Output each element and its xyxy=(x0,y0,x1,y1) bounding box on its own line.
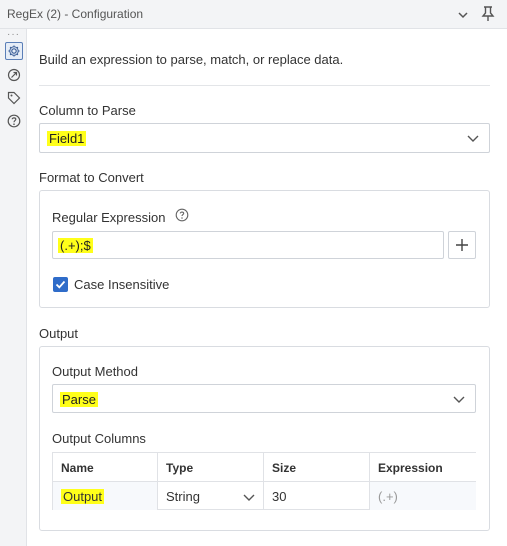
help-icon[interactable] xyxy=(5,112,23,130)
title-bar: RegEx (2) - Configuration xyxy=(0,0,507,29)
table-cell-expression: (.+) xyxy=(370,482,476,510)
output-expression-value: (.+) xyxy=(378,489,398,504)
column-header-name: Name xyxy=(53,453,158,482)
output-method-label: Output Method xyxy=(52,364,138,379)
column-header-size: Size xyxy=(264,453,370,482)
gear-icon[interactable] xyxy=(5,42,23,60)
intro-text: Build an expression to parse, match, or … xyxy=(39,52,344,67)
chevron-down-icon xyxy=(453,396,465,403)
format-to-convert-label: Format to Convert xyxy=(39,170,144,185)
regular-expression-input[interactable]: (.+);$ xyxy=(52,231,444,259)
output-method-select[interactable]: Parse xyxy=(52,384,476,413)
sidebar: ··· xyxy=(0,29,27,546)
chevron-down-icon xyxy=(243,494,255,501)
table-cell-type[interactable]: String xyxy=(158,482,264,510)
checkmark-icon xyxy=(55,280,66,289)
tag-icon[interactable] xyxy=(5,89,23,107)
more-icon[interactable]: ··· xyxy=(7,29,20,40)
pin-icon[interactable] xyxy=(480,5,496,23)
window-title: RegEx (2) - Configuration xyxy=(7,7,144,21)
column-header-expression: Expression xyxy=(370,453,476,482)
output-size-value: 30 xyxy=(272,489,287,504)
case-insensitive-label: Case Insensitive xyxy=(74,277,170,292)
column-to-parse-label: Column to Parse xyxy=(39,103,136,118)
insert-token-button[interactable] xyxy=(448,231,476,259)
regular-expression-value: (.+);$ xyxy=(58,238,93,253)
output-type-value: String xyxy=(166,489,200,504)
plus-icon xyxy=(456,239,468,251)
chevron-down-icon xyxy=(467,135,479,142)
case-insensitive-checkbox[interactable] xyxy=(53,277,68,292)
column-to-parse-value: Field1 xyxy=(47,131,87,146)
question-icon[interactable] xyxy=(175,208,189,222)
table-cell-size[interactable]: 30 xyxy=(264,482,370,510)
output-name-value: Output xyxy=(61,489,105,504)
output-label: Output xyxy=(39,326,79,341)
output-columns-label: Output Columns xyxy=(52,431,146,446)
divider xyxy=(39,85,490,86)
regular-expression-label: Regular Expression xyxy=(52,210,166,225)
column-header-type: Type xyxy=(158,453,264,482)
chevron-down-icon[interactable] xyxy=(456,8,470,22)
connection-icon[interactable] xyxy=(5,66,23,84)
output-columns-table: Name Type Size Expression Output String … xyxy=(52,452,476,510)
column-to-parse-select[interactable]: Field1 xyxy=(39,123,490,153)
output-method-value: Parse xyxy=(60,392,98,407)
table-cell-name[interactable]: Output xyxy=(53,482,158,510)
